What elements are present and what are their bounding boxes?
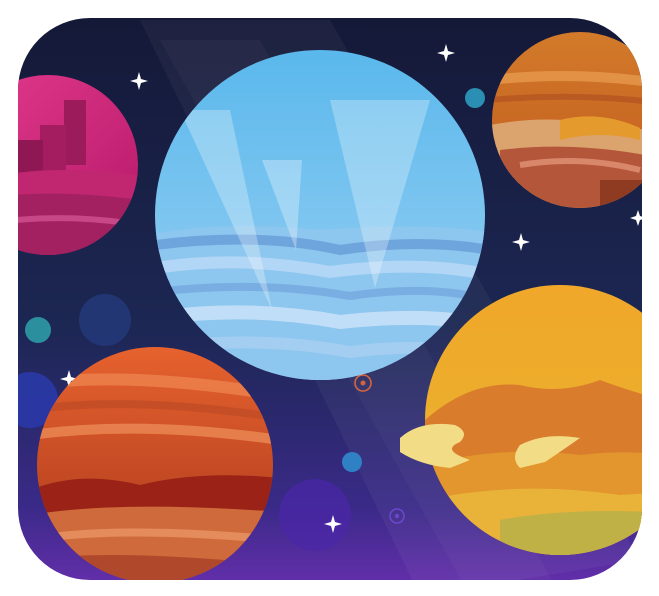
icon-body (18, 18, 642, 580)
app-icon-artwork (0, 0, 659, 596)
space-scene (18, 18, 642, 580)
